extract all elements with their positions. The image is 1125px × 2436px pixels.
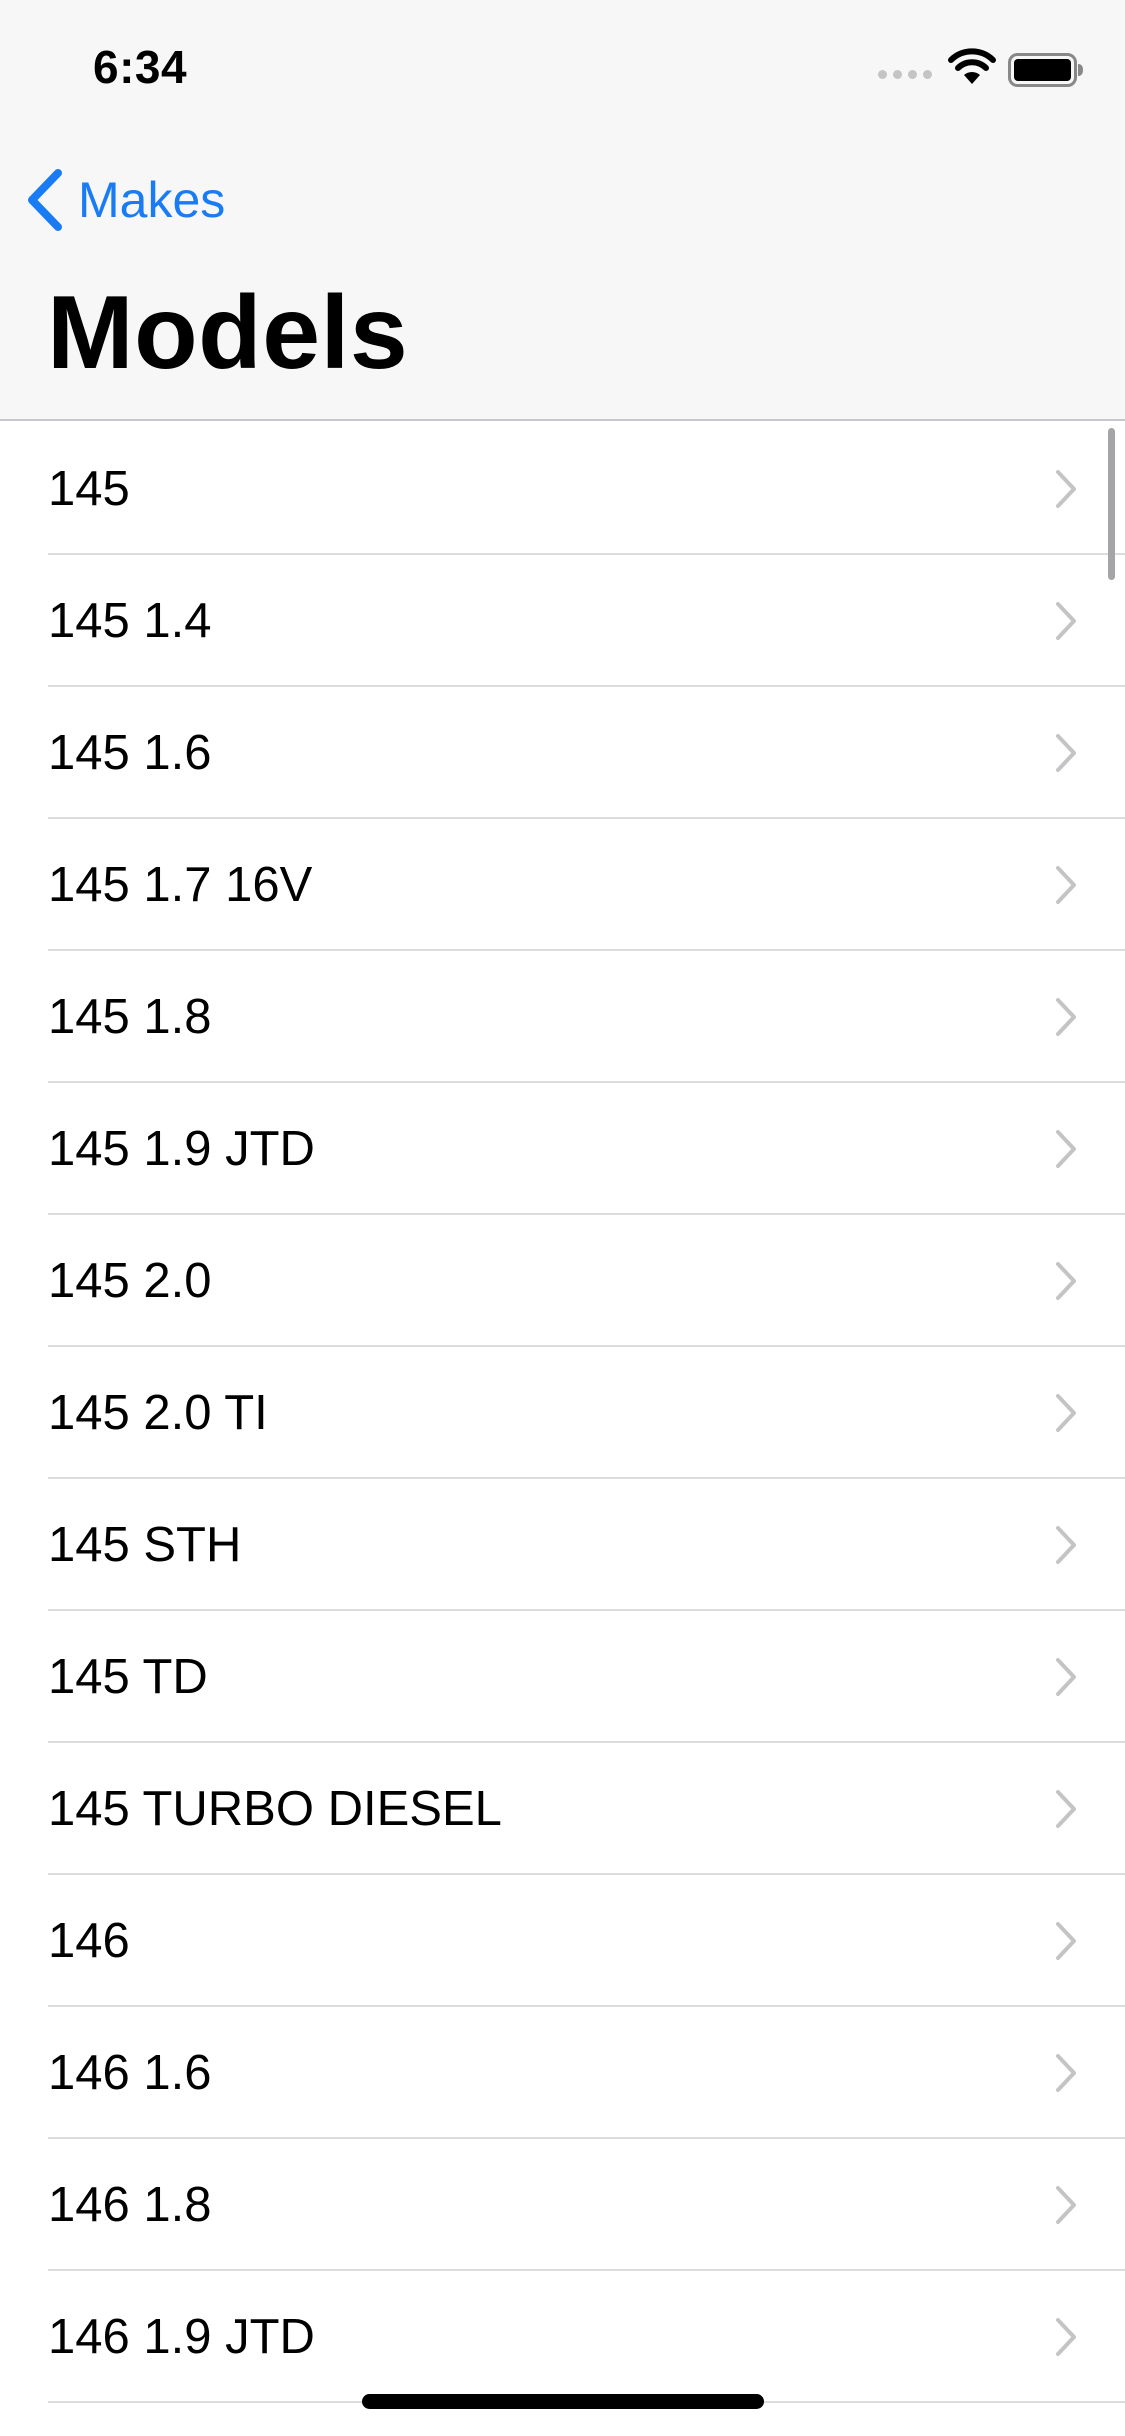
chevron-right-icon (1056, 866, 1076, 904)
chevron-right-icon (1056, 998, 1076, 1036)
list-item-label: 145 1.8 (48, 990, 212, 1044)
chevron-right-icon (1056, 1790, 1076, 1828)
chevron-right-icon (1056, 1394, 1076, 1432)
chevron-right-icon (1056, 1526, 1076, 1564)
status-bar: 6:34 (0, 0, 1125, 132)
list-item[interactable]: 146 (0, 1875, 1125, 2007)
list-item[interactable]: 145 2.0 (0, 1215, 1125, 1347)
chevron-right-icon (1056, 470, 1076, 508)
chevron-right-icon (1056, 2054, 1076, 2092)
home-indicator[interactable] (362, 2394, 764, 2409)
battery-full-icon (1008, 53, 1083, 87)
chevron-right-icon (1056, 1922, 1076, 1960)
list-item-label: 145 2.0 (48, 1254, 212, 1308)
list-item[interactable]: 145 1.6 (0, 687, 1125, 819)
list-item[interactable]: 145 1.9 JTD (0, 1083, 1125, 1215)
chevron-right-icon (1056, 2318, 1076, 2356)
chevron-left-icon (28, 169, 62, 231)
list-item-label: 145 1.9 JTD (48, 1122, 315, 1176)
wifi-icon (948, 48, 996, 84)
navigation-bar: 6:34 Makes Models (0, 0, 1125, 421)
list-item[interactable]: 145 1.4 (0, 555, 1125, 687)
list-item[interactable]: 145 TURBO DIESEL (0, 1743, 1125, 1875)
chevron-right-icon (1056, 2186, 1076, 2224)
chevron-right-icon (1056, 1130, 1076, 1168)
list-item[interactable]: 145 2.0 TI (0, 1347, 1125, 1479)
models-list: 145 145 1.4 145 1.6 145 1.7 16V 145 1.8 … (0, 423, 1125, 2403)
page-title: Models (47, 275, 409, 391)
list-item-label: 145 2.0 TI (48, 1386, 268, 1440)
list-item-label: 145 (48, 462, 130, 516)
list-item-label: 146 1.6 (48, 2046, 212, 2100)
list-item[interactable]: 145 STH (0, 1479, 1125, 1611)
list-item-label: 145 1.4 (48, 594, 212, 648)
list-item[interactable]: 145 TD (0, 1611, 1125, 1743)
chevron-right-icon (1056, 1658, 1076, 1696)
list-item-label: 146 1.9 JTD (48, 2310, 315, 2364)
list-item[interactable]: 145 1.8 (0, 951, 1125, 1083)
list-item-label: 145 STH (48, 1518, 242, 1572)
list-item-label: 146 (48, 1914, 130, 1968)
list-item[interactable]: 146 1.6 (0, 2007, 1125, 2139)
list-item-label: 145 TURBO DIESEL (48, 1782, 502, 1836)
list-item-label: 145 1.7 16V (48, 858, 313, 912)
list-item[interactable]: 145 1.7 16V (0, 819, 1125, 951)
list-item-label: 145 TD (48, 1650, 208, 1704)
list-item[interactable]: 146 1.8 (0, 2139, 1125, 2271)
chevron-right-icon (1056, 734, 1076, 772)
scroll-indicator[interactable] (1108, 428, 1115, 580)
list-item[interactable]: 146 1.9 JTD (0, 2271, 1125, 2403)
list-item[interactable]: 145 (0, 423, 1125, 555)
chevron-right-icon (1056, 1262, 1076, 1300)
status-time: 6:34 (93, 41, 188, 93)
back-button[interactable]: Makes (22, 160, 225, 240)
cellular-signal-icon (878, 70, 932, 82)
list-item-label: 145 1.6 (48, 726, 212, 780)
list-item-label: 146 1.8 (48, 2178, 212, 2232)
back-button-label: Makes (78, 172, 226, 228)
chevron-right-icon (1056, 602, 1076, 640)
